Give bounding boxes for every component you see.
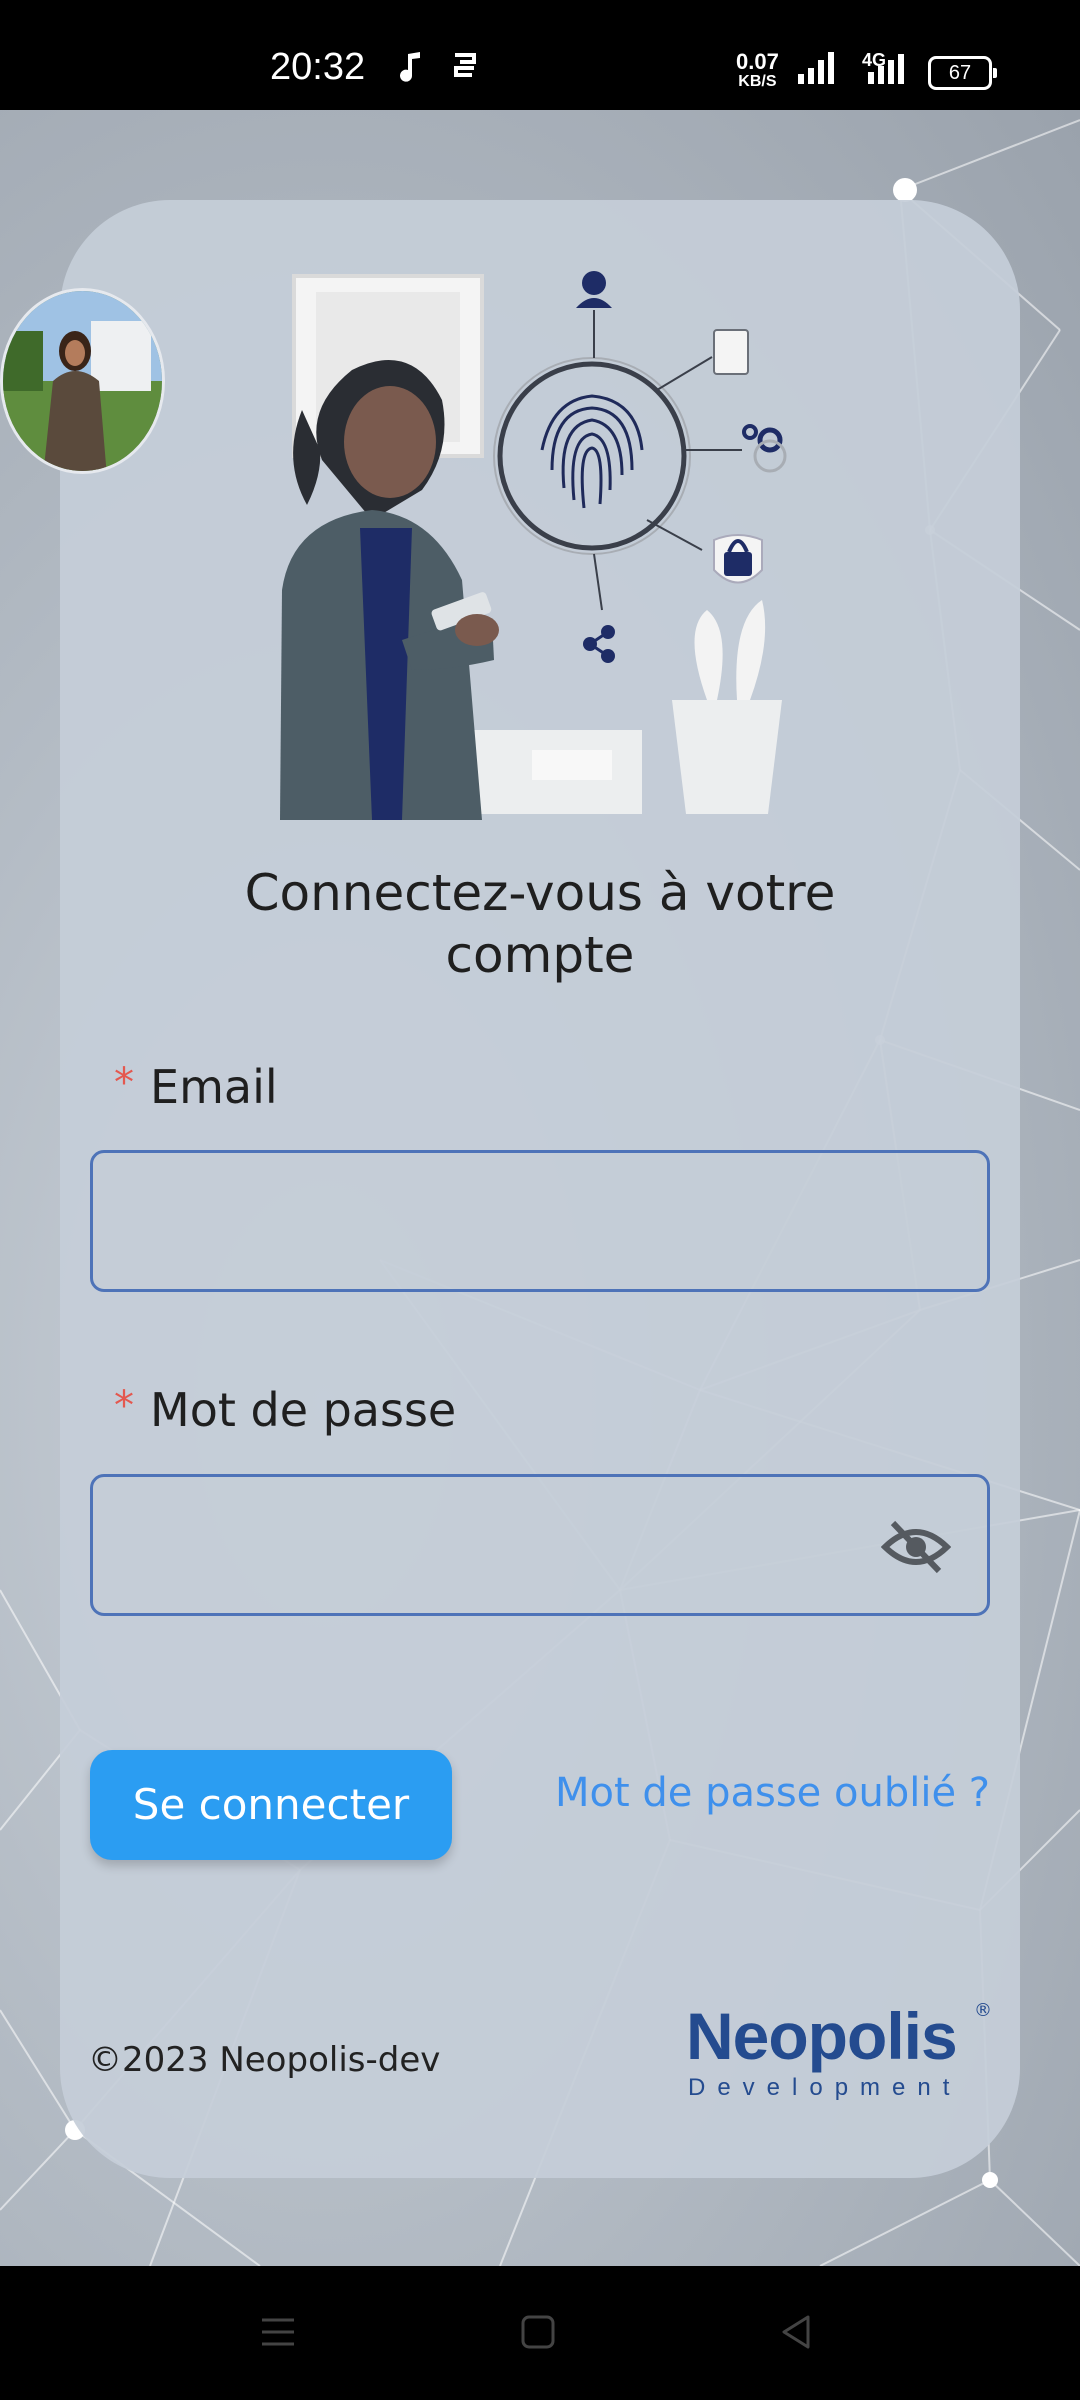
login-screen: Connectez-vous à votre compte * Email * Mo… [0, 110, 1080, 2266]
home-icon[interactable] [518, 2312, 558, 2352]
signal-4g-icon [868, 54, 904, 84]
status-bar: 20:32 0.07 KB/S 4G 67 [0, 0, 1080, 110]
cast-icon [454, 53, 476, 77]
login-title: Connectez-vous à votre compte [244, 864, 836, 984]
brand-name: Neopolis [686, 1999, 958, 2073]
battery-indicator: 67 [928, 56, 997, 90]
system-navigation-bar [0, 2266, 1080, 2400]
email-label-row: * Email [114, 1060, 278, 1114]
back-icon[interactable] [776, 2312, 816, 2352]
password-label-row: * Mot de passe [114, 1383, 456, 1437]
network-speed-value: 0.07 [736, 49, 779, 74]
copyright-text: ©2023 Neopolis-dev [88, 2040, 441, 2080]
forgot-password-link[interactable]: Mot de passe oublié ? [544, 1770, 990, 1816]
required-mark: * [114, 1383, 134, 1429]
status-time: 20:32 [270, 46, 366, 88]
email-label: Email [150, 1060, 278, 1114]
email-input[interactable] [113, 1153, 877, 1291]
required-mark: * [114, 1060, 134, 1106]
password-input[interactable] [113, 1477, 877, 1615]
music-note-icon [400, 52, 420, 82]
password-field[interactable] [90, 1474, 990, 1616]
login-button[interactable]: Se connecter [90, 1750, 452, 1860]
password-label: Mot de passe [150, 1383, 457, 1437]
avatar-photo [3, 291, 162, 471]
registered-mark: ® [974, 2000, 992, 2021]
toggle-password-visibility-icon[interactable] [881, 1517, 951, 1577]
network-speed-unit: KB/S [738, 73, 777, 90]
user-avatar[interactable] [0, 288, 165, 474]
security-illustration [280, 271, 787, 820]
signal-icon [798, 52, 834, 84]
brand-subtitle: Development [688, 2074, 962, 2101]
neopolis-logo: Neopolis Development ® [686, 1998, 996, 2108]
menu-icon[interactable] [258, 2312, 298, 2352]
network-speed: 0.07 KB/S [736, 49, 779, 92]
email-field[interactable] [90, 1150, 990, 1292]
